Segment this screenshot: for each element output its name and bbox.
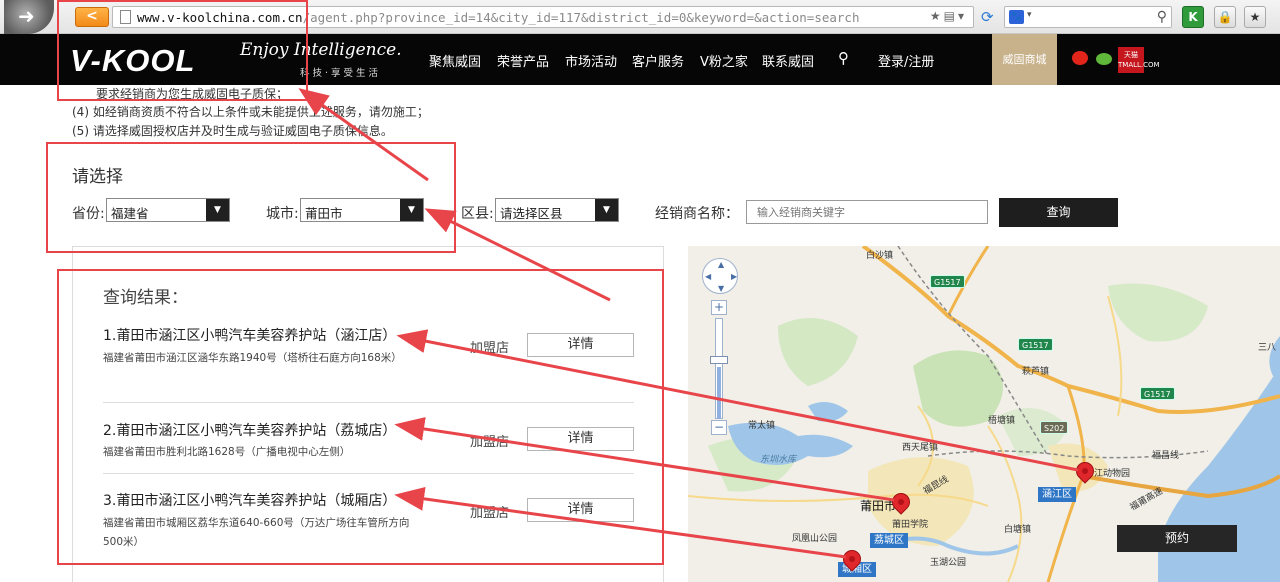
dropdown-icon[interactable]: ▾ <box>958 9 967 23</box>
pan-control[interactable]: ▲ ▼ ◀ ▶ <box>702 258 738 294</box>
map-label: 福昌线 <box>1152 451 1180 461</box>
map-label: 常太镇 <box>748 421 776 431</box>
slogan-cn: 科技·享受生活 <box>300 68 382 79</box>
search-icon[interactable]: ⚲ <box>1157 9 1167 25</box>
nav-item-products[interactable]: 荣誉产品 <box>497 51 549 70</box>
nav-item-fans[interactable]: V粉之家 <box>700 51 748 70</box>
weibo-icon[interactable] <box>1072 51 1088 65</box>
district-tag: 涵江区 <box>1038 487 1076 502</box>
reload-icon[interactable]: ⟳ <box>981 8 994 26</box>
chevron-down-icon[interactable]: ▼ <box>595 199 618 221</box>
wechat-icon[interactable] <box>1096 53 1112 65</box>
note-line: (5) 请选择威固授权店并及时生成与验证威固电子质保信息。 <box>72 124 393 138</box>
highway-shield: G1517 <box>1140 387 1175 400</box>
note-line: (4) 如经销商资质不符合以上条件或未能提供上述服务，请勿施工； <box>72 105 429 119</box>
extension-k-icon[interactable]: K <box>1182 6 1204 28</box>
query-button[interactable]: 查询 <box>999 198 1118 227</box>
map-label: 玉湖公园 <box>930 558 967 568</box>
nav-item-focus[interactable]: 聚焦威固 <box>429 51 481 70</box>
keyword-input[interactable] <box>746 200 988 224</box>
bookmark-star-icon[interactable]: ★ <box>930 9 944 23</box>
map-label: 白塘镇 <box>1004 525 1032 535</box>
annotation-box-url <box>57 0 308 101</box>
map-label: 西天尾镇 <box>902 443 939 453</box>
zoom-slider[interactable] <box>715 318 723 419</box>
lock-icon[interactable]: 🔒 <box>1214 6 1236 28</box>
highway-shield: S202 <box>1040 421 1069 434</box>
highway-shield: G1517 <box>1018 338 1053 351</box>
browser-search-input[interactable]: 🐾 ▾ ⚲ <box>1004 6 1172 28</box>
map-label: 江动物园 <box>1094 469 1131 479</box>
keyword-label: 经销商名称： <box>655 206 739 222</box>
map-label: 凤凰山公园 <box>792 534 838 544</box>
browser-logo-icon[interactable]: ➜ <box>4 0 54 34</box>
map-label: 莆田学院 <box>892 520 929 530</box>
annotation-box-results <box>57 269 664 565</box>
district-tag: 荔城区 <box>870 533 908 548</box>
nav-item-service[interactable]: 客户服务 <box>632 51 684 70</box>
highway-shield: G1517 <box>930 275 965 288</box>
map-label: 三八 <box>1258 343 1277 353</box>
annotation-box-form <box>46 142 456 253</box>
address-tools[interactable]: ★▤▾ <box>930 9 967 23</box>
map-label: 萩芦镇 <box>1022 367 1050 377</box>
chevron-down-icon[interactable]: ▾ <box>1027 10 1032 20</box>
tmall-icon[interactable]: 天猫 TMALL.COM <box>1118 47 1160 73</box>
nav-item-contact[interactable]: 联系威固 <box>762 51 814 70</box>
login-link[interactable]: 登录/注册 <box>878 51 934 70</box>
nav-item-events[interactable]: 市场活动 <box>565 51 617 70</box>
map-label: 梧塘镇 <box>988 416 1016 426</box>
map-label: 莆田市 <box>860 499 897 513</box>
district-select[interactable]: 请选择区县 ▼ <box>495 198 619 222</box>
favorites-star-icon[interactable]: ★ <box>1244 6 1266 28</box>
search-engine-icon[interactable]: 🐾 <box>1009 10 1024 24</box>
zoom-slider-handle[interactable] <box>710 356 728 364</box>
district-label: 区县: <box>461 206 494 222</box>
zoom-out-button[interactable]: − <box>711 420 727 435</box>
zoom-in-button[interactable]: + <box>711 300 727 315</box>
menu-icon[interactable]: ▤ <box>944 9 958 23</box>
map-label: 东圳水库 <box>760 455 797 465</box>
map-label: 白沙镇 <box>866 251 894 261</box>
reserve-button[interactable]: 预约 <box>1117 525 1237 552</box>
mall-button[interactable]: 威固商城 <box>992 34 1057 85</box>
search-icon[interactable]: ⚲ <box>838 49 849 67</box>
